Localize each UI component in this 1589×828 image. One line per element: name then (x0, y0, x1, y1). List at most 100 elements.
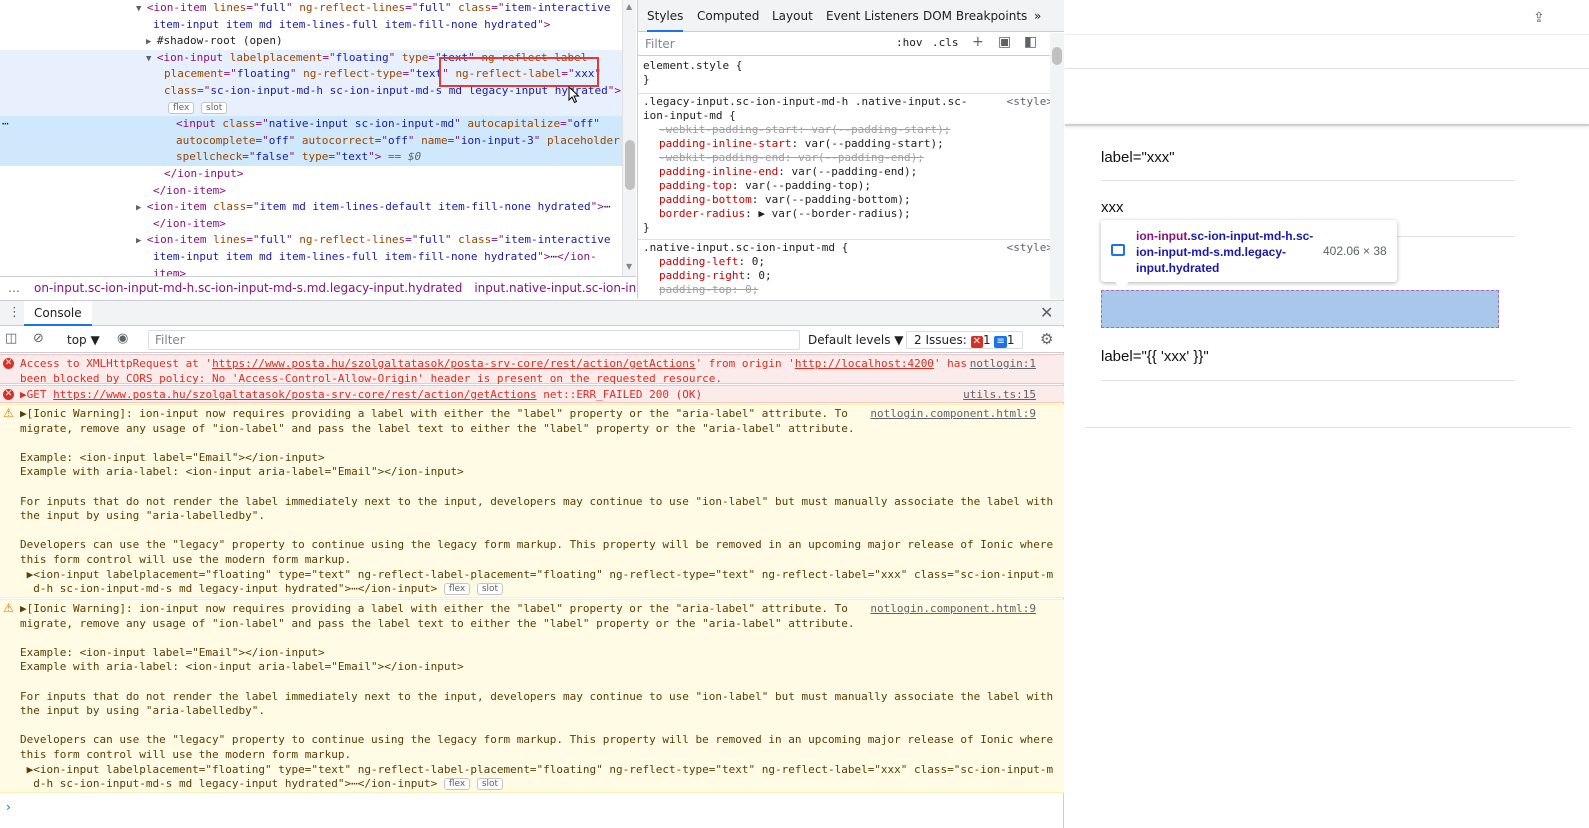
dom-node-line[interactable]: ▶ #shadow-root (open) (0, 33, 622, 50)
badge-flex[interactable]: flex (168, 101, 195, 114)
css-value[interactable]: var(--padding-start); (805, 137, 944, 150)
dom-node-line[interactable]: class="sc-ion-input-md-h sc-ion-input-md… (0, 83, 622, 100)
css-value[interactable]: 0; (752, 255, 765, 268)
css-selector[interactable]: .legacy-input.sc-ion-input-md-h .native-… (643, 95, 1053, 109)
dom-node-line[interactable]: </ion-item> (0, 216, 622, 233)
css-prop[interactable]: padding-bottom (659, 193, 752, 206)
close-drawer-icon[interactable]: ✕ (1040, 303, 1053, 322)
share-icon[interactable]: ⇪ (1533, 10, 1545, 26)
elements-scrollbar[interactable]: ▲ ▼ (622, 0, 636, 276)
sidebar-icon[interactable]: ◫ (5, 331, 17, 346)
breadcrumb-item-native-input[interactable]: input.native-input.sc-ion-input-md (468, 277, 636, 299)
css-value[interactable]: 0; (758, 269, 771, 282)
dom-node-line[interactable]: ▼ <ion-input labelplacement="floating" t… (0, 49, 622, 67)
console-url-link[interactable]: https://www.posta.hu/szolgaltatasok/post… (53, 388, 536, 401)
dom-node-line[interactable]: item-input item md item-lines-full item-… (0, 249, 622, 266)
css-declaration[interactable]: -webkit-padding-end: var(--padding-end); (643, 151, 1053, 165)
styles-scrollbar[interactable] (1050, 33, 1064, 299)
collapsed-triangle-icon[interactable]: ▶ (146, 37, 157, 47)
css-prop[interactable]: -webkit-padding-start (659, 123, 798, 136)
tab-console[interactable]: Console (24, 301, 92, 326)
css-declaration[interactable]: padding-right: 0; (643, 269, 1053, 283)
elements-tree[interactable]: ▼ <ion-item lines="full" ng-reflect-line… (0, 0, 622, 276)
dom-node-line[interactable]: ▶ <ion-item class="item md item-lines-de… (0, 199, 622, 216)
dom-node-line[interactable]: </ion-input> (0, 166, 622, 183)
dom-node-line[interactable]: autocomplete="off" autocorrect="off" nam… (0, 132, 622, 150)
badge-flex[interactable]: flex (443, 583, 471, 596)
css-declaration[interactable]: padding-inline-end: var(--padding-end); (643, 165, 1053, 179)
css-declaration[interactable]: padding-inline-start: var(--padding-star… (643, 137, 1053, 151)
console-prompt[interactable]: › (6, 800, 11, 814)
css-declaration[interactable]: border-radius: ▶ var(--border-radius); (643, 207, 1053, 221)
dom-node-line[interactable]: item> (0, 266, 622, 276)
css-selector[interactable]: ion-input-md { (643, 109, 1053, 123)
css-value[interactable]: var(--padding-top); (745, 179, 871, 192)
badge-flex[interactable]: flex (443, 778, 471, 791)
css-declaration[interactable]: -webkit-padding-start: var(--padding-sta… (643, 123, 1053, 137)
style-source-link[interactable]: <style> (1007, 241, 1053, 255)
dom-node-line[interactable]: ▶ <ion-item lines="full" ng-reflect-line… (0, 232, 622, 249)
paint-icon[interactable]: ▣ (998, 34, 1011, 50)
drawer-menu-icon[interactable]: ⋮ (8, 305, 21, 320)
source-link[interactable]: notlogin.component.html:9 (870, 407, 1036, 421)
css-value[interactable]: var(--padding-end); (791, 165, 917, 178)
breadcrumb-item-ion-input[interactable]: on-input.sc-ion-input-md-h.sc-ion-input-… (28, 277, 468, 299)
css-value[interactable]: var(--padding-bottom); (765, 193, 911, 206)
selected-node-menu-icon[interactable]: ⋯ (2, 116, 9, 132)
badge-slot[interactable]: slot (476, 583, 504, 596)
css-value[interactable]: ▶ var(--border-radius); (758, 207, 910, 220)
css-selector[interactable]: element.style { (643, 59, 1053, 73)
css-prop[interactable]: padding-inline-start (659, 137, 791, 150)
console-filter-input[interactable]: Filter (148, 330, 800, 350)
eye-icon[interactable]: ◉ (117, 331, 128, 346)
source-link[interactable]: utils.ts:15 (963, 388, 1036, 402)
console-url-link[interactable]: http://localhost:4200 (795, 357, 934, 370)
tabs-overflow-icon[interactable]: » (1034, 9, 1041, 23)
style-source-link[interactable]: <style> (1007, 95, 1053, 109)
css-selector[interactable]: .native-input.sc-ion-input-md {<style> (643, 241, 1053, 255)
dom-node-line[interactable]: placement="floating" ng-reflect-type="te… (0, 66, 622, 84)
badge-slot[interactable]: slot (201, 101, 228, 114)
css-declaration[interactable]: padding-top: 0; (643, 283, 1053, 297)
css-value[interactable]: var(--padding-end); (798, 151, 924, 164)
dom-node-line[interactable]: spellcheck="false" type="text"> == $0 (0, 149, 622, 167)
hov-toggle[interactable]: :hov (896, 36, 923, 49)
gear-icon[interactable]: ⚙ (1040, 330, 1053, 348)
source-link[interactable]: notlogin.component.html:9 (870, 602, 1036, 616)
tab-computed[interactable]: Computed (697, 9, 759, 23)
clear-console-icon[interactable]: ⊘ (33, 331, 44, 346)
dom-node-line[interactable]: </ion-item> (0, 183, 622, 200)
source-link[interactable]: notlogin:1 (970, 357, 1036, 371)
collapsed-triangle-icon[interactable]: ▶ (136, 236, 147, 246)
tab-styles[interactable]: Styles (647, 9, 684, 32)
badge-slot[interactable]: slot (476, 778, 504, 791)
dom-node-line[interactable]: <input class="native-input sc-ion-input-… (0, 116, 622, 134)
css-prop[interactable]: border-radius (659, 207, 745, 220)
breadcrumb-overflow[interactable]: … (0, 277, 28, 299)
tab-event-listeners[interactable]: Event Listeners (826, 9, 919, 23)
expand-triangle-icon[interactable]: ▼ (146, 54, 157, 64)
sidebar-toggle-icon[interactable]: ◧ (1024, 34, 1037, 50)
css-prop[interactable]: padding-inline-end (659, 165, 778, 178)
context-select[interactable]: top ▼ (67, 333, 100, 347)
css-prop[interactable]: padding-top (659, 283, 732, 296)
css-prop[interactable]: -webkit-padding-end (659, 151, 785, 164)
css-value[interactable]: var(--padding-start); (811, 123, 950, 136)
styles-filter-input[interactable]: Filter (645, 37, 675, 51)
log-levels-dropdown[interactable]: Default levels ▼ (808, 333, 904, 347)
collapsed-triangle-icon[interactable]: ▶ (136, 203, 147, 213)
issues-button[interactable]: 2 Issues: ✕ 1 ≡ 1 (906, 331, 1023, 349)
dom-node-line[interactable]: item-input item md item-lines-full item-… (0, 17, 622, 34)
console-url-link[interactable]: https://www.posta.hu/szolgaltatasok/post… (212, 357, 695, 370)
css-declaration[interactable]: padding-top: var(--padding-top); (643, 179, 1053, 193)
css-prop[interactable]: padding-top (659, 179, 732, 192)
inspected-element-highlight[interactable] (1101, 290, 1499, 328)
tab-layout[interactable]: Layout (772, 9, 813, 23)
tab-dom-breakpoints[interactable]: DOM Breakpoints (923, 9, 1027, 23)
css-declaration[interactable]: padding-left: 0; (643, 255, 1053, 269)
css-prop[interactable]: padding-left (659, 255, 738, 268)
add-rule-icon[interactable]: + (972, 34, 984, 50)
expand-triangle-icon[interactable]: ▼ (136, 4, 147, 14)
dom-node-line[interactable]: flex slot (0, 99, 622, 117)
cls-toggle[interactable]: .cls (932, 36, 959, 49)
